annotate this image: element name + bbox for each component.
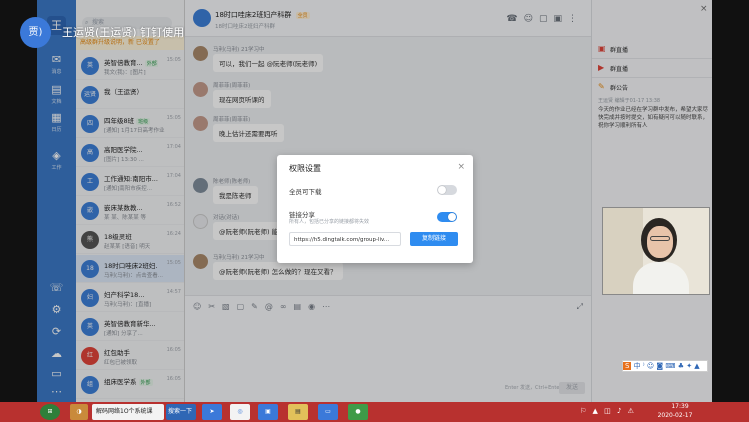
- permission-dialog: 权限设置 × 全员可下载 链接分享 所有人，包括已分享的链接都将失效 https…: [277, 155, 473, 263]
- ime-toolbar[interactable]: S 中 ⁾ ☺ ◙ ⌨ ♣ ✦ ▲: [622, 360, 708, 372]
- presenter-title: 王运贤(王运贤) 钉钉使用: [62, 26, 185, 39]
- option-download-label: 全员可下载: [289, 188, 322, 196]
- folder-icon[interactable]: ▤: [288, 404, 308, 420]
- close-icon[interactable]: ×: [457, 162, 465, 172]
- webcam-overlay: [602, 207, 710, 295]
- app-icon[interactable]: ◎: [230, 404, 250, 420]
- presenter-avatar: 贾): [20, 17, 51, 48]
- glasses: [650, 236, 670, 241]
- dialog-title: 权限设置: [289, 164, 321, 173]
- dingtalk-icon[interactable]: ➤: [202, 404, 222, 420]
- taskbar: ⊞ ◑ 解码网络1O个系统课 搜索一下 ➤ ◎ ▣ ▤ ▭ ● ⚐ ▲ ◫ ♪ …: [0, 402, 749, 422]
- taskbar-search[interactable]: 搜索一下: [166, 404, 196, 420]
- start-button[interactable]: ⊞: [40, 404, 60, 420]
- share-toggle[interactable]: [437, 212, 457, 222]
- wechat-icon[interactable]: ●: [348, 404, 368, 420]
- browser-icon[interactable]: ◑: [70, 404, 88, 420]
- taskbar-app[interactable]: 解码网络1O个系统课: [92, 404, 164, 420]
- tray-icons[interactable]: ⚐ ▲ ◫ ♪ ⚠: [580, 407, 636, 415]
- window-icon[interactable]: ▭: [318, 404, 338, 420]
- face: [647, 226, 673, 258]
- shirt: [633, 262, 689, 294]
- camera-icon[interactable]: ▣: [258, 404, 278, 420]
- window-close-icon[interactable]: ×: [700, 4, 708, 14]
- option-share-desc: 所有人，包括已分享的链接都将失效: [289, 219, 370, 225]
- copy-link-button[interactable]: 复制链接: [410, 232, 458, 246]
- clock-date: 2020-02-17: [657, 412, 693, 419]
- download-toggle[interactable]: [437, 185, 457, 195]
- share-link-input[interactable]: https://h5.dingtalk.com/group-liv...: [289, 232, 401, 246]
- clock-time: 17:39: [671, 403, 689, 410]
- ime-logo-icon: S: [623, 362, 632, 370]
